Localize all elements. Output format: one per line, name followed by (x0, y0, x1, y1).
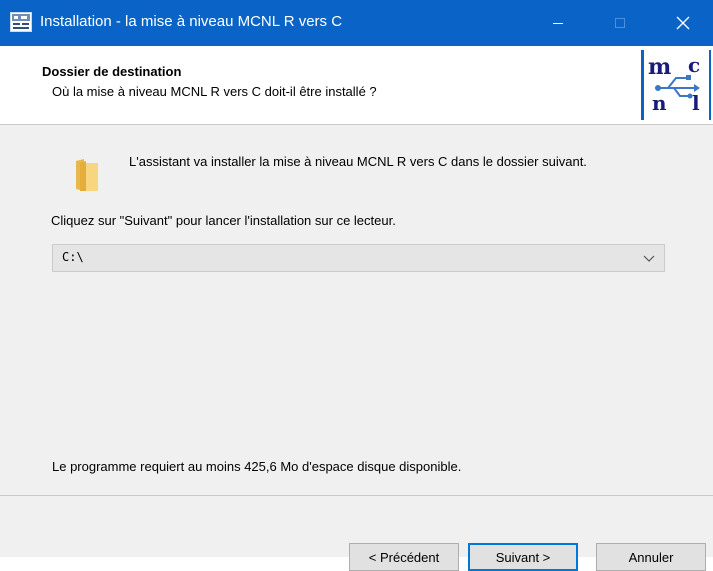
disk-space-requirement: Le programme requiert au moins 425,6 Mo … (52, 459, 462, 474)
next-button[interactable]: Suivant > (468, 543, 578, 571)
maximize-button[interactable] (597, 0, 643, 46)
usb-logo-icon: m c n l (648, 53, 700, 115)
maximize-icon (615, 18, 625, 28)
minimize-button[interactable] (535, 0, 581, 46)
page-subtitle: Où la mise à niveau MCNL R vers C doit-i… (52, 84, 377, 99)
wizard-body (0, 125, 713, 495)
previous-button[interactable]: < Précédent (349, 543, 459, 571)
page-title: Dossier de destination (42, 64, 182, 79)
wizard-header: Dossier de destination Où la mise à nive… (0, 46, 713, 124)
cancel-button[interactable]: Annuler (596, 543, 706, 571)
installer-app-icon (10, 12, 32, 32)
install-intro-text: L'assistant va installer la mise à nivea… (129, 154, 587, 169)
window-title: Installation - la mise à niveau MCNL R v… (40, 13, 343, 30)
logo-letter-n: n (652, 91, 667, 115)
logo-letter-c: c (688, 53, 700, 77)
close-button[interactable] (660, 0, 706, 46)
title-bar: Installation - la mise à niveau MCNL R v… (0, 0, 713, 46)
chevron-down-icon (643, 255, 655, 262)
drive-select-value: C:\ (62, 250, 84, 264)
mcnl-logo: m c n l (641, 50, 711, 120)
drive-select[interactable]: C:\ (52, 244, 665, 272)
folder-icon (76, 159, 98, 191)
logo-letter-l: l (692, 91, 700, 115)
install-prompt-text: Cliquez sur "Suivant" pour lancer l'inst… (51, 213, 396, 228)
close-icon (676, 16, 690, 30)
logo-letter-m: m (648, 54, 671, 80)
minimize-icon (553, 23, 563, 24)
